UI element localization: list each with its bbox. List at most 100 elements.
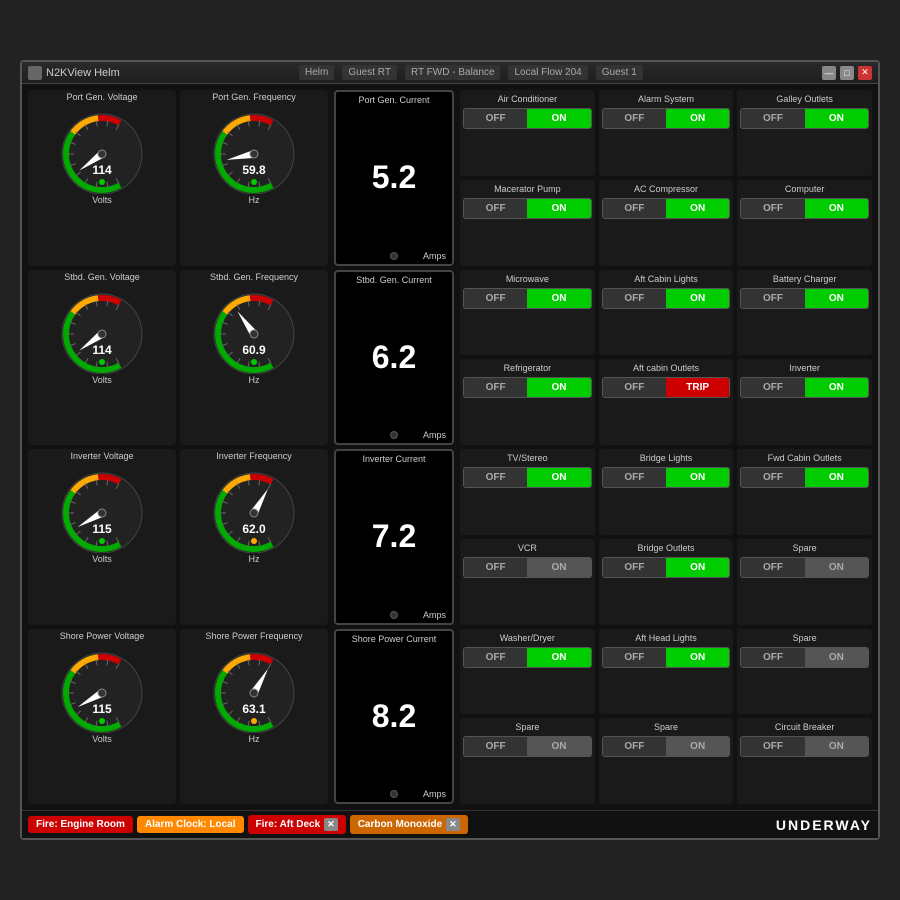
switch-label-3: Macerator Pump <box>494 184 561 194</box>
gauge-unit-3: Hz <box>249 375 260 385</box>
gauge-label-5: Inverter Frequency <box>216 451 292 461</box>
gauge-unit-1: Hz <box>249 195 260 205</box>
toggle-on-5[interactable]: ON <box>805 199 868 218</box>
toggle-off-21[interactable]: OFF <box>464 737 527 756</box>
maximize-button[interactable]: □ <box>840 66 854 80</box>
toggle-off-1[interactable]: OFF <box>603 109 666 128</box>
alarm-close-3[interactable]: ✕ <box>446 818 460 831</box>
toggle-off-11[interactable]: OFF <box>741 378 804 397</box>
toggle-off-2[interactable]: OFF <box>741 109 804 128</box>
switch-label-20: Spare <box>793 633 817 643</box>
toggle-off-18[interactable]: OFF <box>464 648 527 667</box>
svg-text:63.1: 63.1 <box>242 702 266 716</box>
titlebar-tab-3[interactable]: Local Flow 204 <box>508 65 587 80</box>
toggle-on-9[interactable]: ON <box>527 378 590 397</box>
toggle-off-0[interactable]: OFF <box>464 109 527 128</box>
toggle-on-8[interactable]: ON <box>805 289 868 308</box>
switch-label-11: Inverter <box>789 363 820 373</box>
switch-label-18: Washer/Dryer <box>500 633 555 643</box>
toggle-off-6[interactable]: OFF <box>464 289 527 308</box>
switch-group-21: Spare OFF ON <box>460 718 595 804</box>
toggle-on-1[interactable]: ON <box>666 109 729 128</box>
current-label-3: Shore Power Current <box>336 634 452 644</box>
minimize-button[interactable]: — <box>822 66 836 80</box>
toggle-on-16[interactable]: ON <box>666 558 729 577</box>
titlebar-tab-4[interactable]: Guest 1 <box>596 65 643 80</box>
alarm-badge-0[interactable]: Fire: Engine Room <box>28 816 133 833</box>
toggle-on-21[interactable]: ON <box>527 737 590 756</box>
titlebar-tab-0[interactable]: Helm <box>299 65 334 80</box>
toggle-switch-8: OFF ON <box>740 288 869 309</box>
toggle-on-17[interactable]: ON <box>805 558 868 577</box>
toggle-on-23[interactable]: ON <box>805 737 868 756</box>
alarm-close-2[interactable]: ✕ <box>324 818 338 831</box>
alarm-badge-1[interactable]: Alarm Clock: Local <box>137 816 244 833</box>
toggle-on-10[interactable]: TRIP <box>666 378 729 397</box>
toggle-switch-10: OFF TRIP <box>602 377 731 398</box>
alarm-badge-2[interactable]: Fire: Aft Deck✕ <box>248 815 346 834</box>
toggle-switch-19: OFF ON <box>602 647 731 668</box>
switch-label-6: Microwave <box>506 274 549 284</box>
switch-group-9: Refrigerator OFF ON <box>460 359 595 445</box>
gauge-label-3: Stbd. Gen. Frequency <box>210 272 298 282</box>
gauge-2: Stbd. Gen. Voltage 114 Volts <box>28 270 176 446</box>
toggle-on-13[interactable]: ON <box>666 468 729 487</box>
toggle-off-22[interactable]: OFF <box>603 737 666 756</box>
switch-label-14: Fwd Cabin Outlets <box>768 453 842 463</box>
toggle-on-12[interactable]: ON <box>527 468 590 487</box>
toggle-switch-16: OFF ON <box>602 557 731 578</box>
toggle-off-19[interactable]: OFF <box>603 648 666 667</box>
alarm-badge-3[interactable]: Carbon Monoxide✕ <box>350 815 468 834</box>
toggle-on-3[interactable]: ON <box>527 199 590 218</box>
gauge-unit-4: Volts <box>92 554 112 564</box>
toggle-off-13[interactable]: OFF <box>603 468 666 487</box>
current-display-3: Shore Power Current 8.2 Amps <box>334 629 454 805</box>
close-button[interactable]: ✕ <box>858 66 872 80</box>
switch-label-0: Air Conditioner <box>498 94 558 104</box>
toggle-on-4[interactable]: ON <box>666 199 729 218</box>
main-content: Port Gen. Voltage 114 Volts Port Gen. Fr… <box>22 84 878 810</box>
toggle-on-2[interactable]: ON <box>805 109 868 128</box>
toggle-on-6[interactable]: ON <box>527 289 590 308</box>
toggle-on-19[interactable]: ON <box>666 648 729 667</box>
toggle-off-5[interactable]: OFF <box>741 199 804 218</box>
toggle-off-16[interactable]: OFF <box>603 558 666 577</box>
titlebar-tab-1[interactable]: Guest RT <box>342 65 397 80</box>
toggle-off-3[interactable]: OFF <box>464 199 527 218</box>
switch-label-15: VCR <box>518 543 537 553</box>
toggle-off-15[interactable]: OFF <box>464 558 527 577</box>
toggle-off-14[interactable]: OFF <box>741 468 804 487</box>
current-display-1: Stbd. Gen. Current 6.2 Amps <box>334 270 454 446</box>
gauge-label-4: Inverter Voltage <box>70 451 133 461</box>
gauge-canvas-3: 60.9 <box>209 284 299 374</box>
gauge-canvas-1: 59.8 <box>209 104 299 194</box>
toggle-on-14[interactable]: ON <box>805 468 868 487</box>
toggle-on-11[interactable]: ON <box>805 378 868 397</box>
gauge-5: Inverter Frequency 62.0 Hz <box>180 449 328 625</box>
gauge-1: Port Gen. Frequency 59.8 Hz <box>180 90 328 266</box>
toggle-off-12[interactable]: OFF <box>464 468 527 487</box>
switch-group-6: Microwave OFF ON <box>460 270 595 356</box>
toggle-on-18[interactable]: ON <box>527 648 590 667</box>
toggle-on-7[interactable]: ON <box>666 289 729 308</box>
toggle-on-20[interactable]: ON <box>805 648 868 667</box>
toggle-off-17[interactable]: OFF <box>741 558 804 577</box>
gauge-canvas-6: 115 <box>57 643 147 733</box>
toggle-switch-13: OFF ON <box>602 467 731 488</box>
switch-group-8: Battery Charger OFF ON <box>737 270 872 356</box>
toggle-off-7[interactable]: OFF <box>603 289 666 308</box>
toggle-on-15[interactable]: ON <box>527 558 590 577</box>
gauge-canvas-0: 114 <box>57 104 147 194</box>
titlebar-tab-2[interactable]: RT FWD - Balance <box>405 65 501 80</box>
gauge-canvas-2: 114 <box>57 284 147 374</box>
current-label-2: Inverter Current <box>336 454 452 464</box>
toggle-off-9[interactable]: OFF <box>464 378 527 397</box>
toggle-off-10[interactable]: OFF <box>603 378 666 397</box>
toggle-on-0[interactable]: ON <box>527 109 590 128</box>
toggle-off-4[interactable]: OFF <box>603 199 666 218</box>
toggle-off-23[interactable]: OFF <box>741 737 804 756</box>
toggle-off-20[interactable]: OFF <box>741 648 804 667</box>
toggle-off-8[interactable]: OFF <box>741 289 804 308</box>
toggle-on-22[interactable]: ON <box>666 737 729 756</box>
status-underway: UNDERWAY <box>776 817 872 833</box>
